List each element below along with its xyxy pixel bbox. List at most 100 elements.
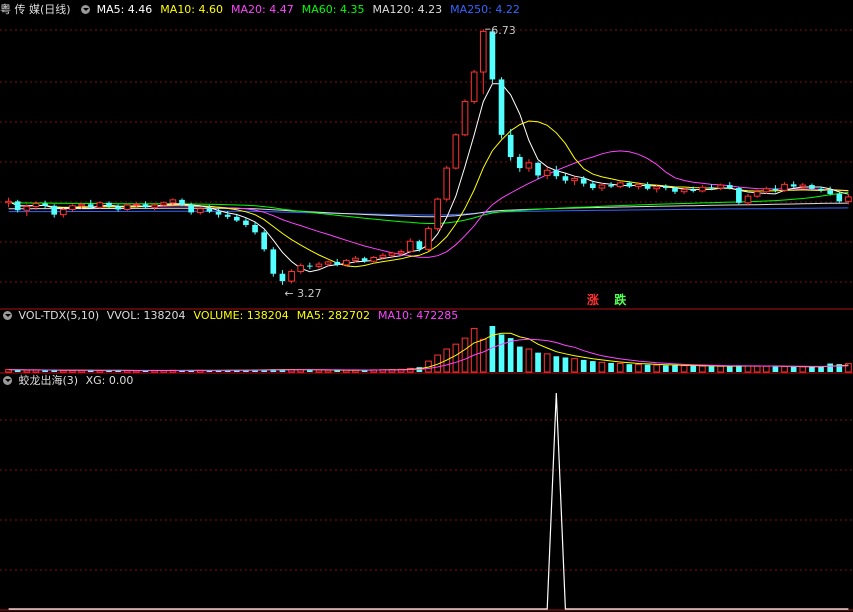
chevron-down-icon[interactable]	[3, 311, 12, 320]
candle	[461, 99, 469, 137]
candle-body	[87, 204, 94, 208]
candle	[306, 262, 313, 270]
candle-body	[361, 258, 368, 262]
candle-body	[69, 205, 76, 210]
signal-pane-header: 蛟龙出海(3) XG: 0.00	[0, 373, 149, 389]
candle-body	[562, 176, 569, 181]
candle-body	[142, 204, 149, 208]
candle	[470, 69, 478, 104]
volume-bar	[680, 365, 688, 373]
candle	[115, 204, 121, 212]
candle-body	[452, 134, 460, 169]
candle	[598, 182, 606, 191]
candle-body	[598, 184, 606, 189]
candle-body	[224, 214, 231, 217]
candle	[543, 167, 551, 180]
volume-bar	[717, 365, 724, 373]
kline-chart[interactable]: 6.73← 3.27涨跌S	[0, 0, 853, 612]
candle-body	[616, 182, 624, 188]
candle	[571, 176, 578, 186]
candle	[60, 207, 67, 218]
volume-bar	[626, 364, 633, 372]
candle	[562, 173, 569, 184]
candle-body	[270, 249, 277, 274]
candle	[142, 201, 149, 209]
volume-bar	[479, 338, 487, 373]
candle-body	[525, 162, 533, 169]
candle-body	[60, 208, 67, 216]
candle-body	[315, 263, 323, 267]
candle	[288, 269, 295, 284]
candle	[343, 258, 350, 267]
candle	[781, 182, 788, 192]
chevron-down-icon[interactable]	[3, 376, 12, 385]
candle-body	[297, 265, 305, 273]
candle-body	[397, 251, 405, 254]
volume-bar	[772, 366, 779, 372]
chevron-down-icon[interactable]	[81, 5, 91, 14]
candle-body	[644, 184, 651, 189]
candle-body	[589, 183, 596, 189]
volume-bar	[726, 366, 733, 372]
candle-body	[726, 185, 733, 189]
candle-body	[809, 185, 815, 189]
indicator-value: VOLUME: 138204	[193, 309, 289, 322]
high-price-label: 6.73	[491, 24, 515, 37]
candle	[736, 186, 742, 205]
candle-body	[334, 261, 341, 265]
candle-body	[608, 185, 614, 187]
candle-body	[663, 186, 669, 189]
candle-body	[406, 240, 414, 253]
candle	[452, 133, 460, 170]
candle-body	[818, 188, 824, 191]
candle-body	[790, 184, 797, 187]
candle	[14, 199, 21, 213]
candle	[535, 161, 541, 180]
candle	[744, 193, 752, 206]
candle	[699, 185, 706, 193]
candle-body	[753, 191, 761, 197]
candle	[836, 192, 843, 203]
candle	[653, 185, 661, 193]
candle-body	[32, 203, 40, 208]
candle-body	[836, 193, 843, 202]
candle-body	[489, 31, 496, 80]
candle-body	[672, 188, 678, 192]
candle-body	[196, 208, 204, 213]
signal-pane-title: 蛟龙出海(3)	[18, 374, 79, 387]
xg-line	[8, 392, 849, 610]
candle-body	[781, 183, 788, 191]
candle	[762, 186, 770, 194]
indicator-value: MA20: 4.47	[231, 3, 294, 16]
candle-body	[188, 205, 194, 213]
candle	[717, 183, 724, 191]
candle-body	[243, 220, 249, 225]
ma250-line	[8, 207, 849, 216]
candle-body	[507, 134, 514, 157]
candle-body	[78, 203, 85, 207]
candle-body	[115, 206, 121, 210]
candle-body	[827, 190, 834, 194]
candle-body	[690, 189, 697, 191]
volume-bar	[753, 365, 761, 373]
indicator-value: MA120: 4.23	[372, 3, 443, 16]
volume-bar	[818, 367, 824, 372]
candle	[96, 201, 104, 209]
low-price-label: ← 3.27	[284, 287, 321, 300]
candle-body	[680, 189, 688, 193]
volume-bar	[543, 353, 551, 373]
candle	[42, 200, 48, 209]
volume-bar	[452, 343, 460, 373]
volume-bar	[598, 361, 606, 373]
candle	[553, 165, 560, 180]
candle	[196, 206, 204, 215]
candle-body	[160, 202, 168, 206]
candle-body	[179, 199, 185, 206]
candle	[489, 29, 496, 84]
candle-body	[580, 178, 587, 184]
volume-bar	[461, 337, 469, 373]
volume-bar	[42, 370, 48, 372]
volume-bar	[790, 366, 797, 372]
volume-bar	[690, 365, 697, 372]
chart-stage: 6.73← 3.27涨跌S 粤 传 媒(日线) MA5: 4.46MA10: 4…	[0, 0, 853, 612]
